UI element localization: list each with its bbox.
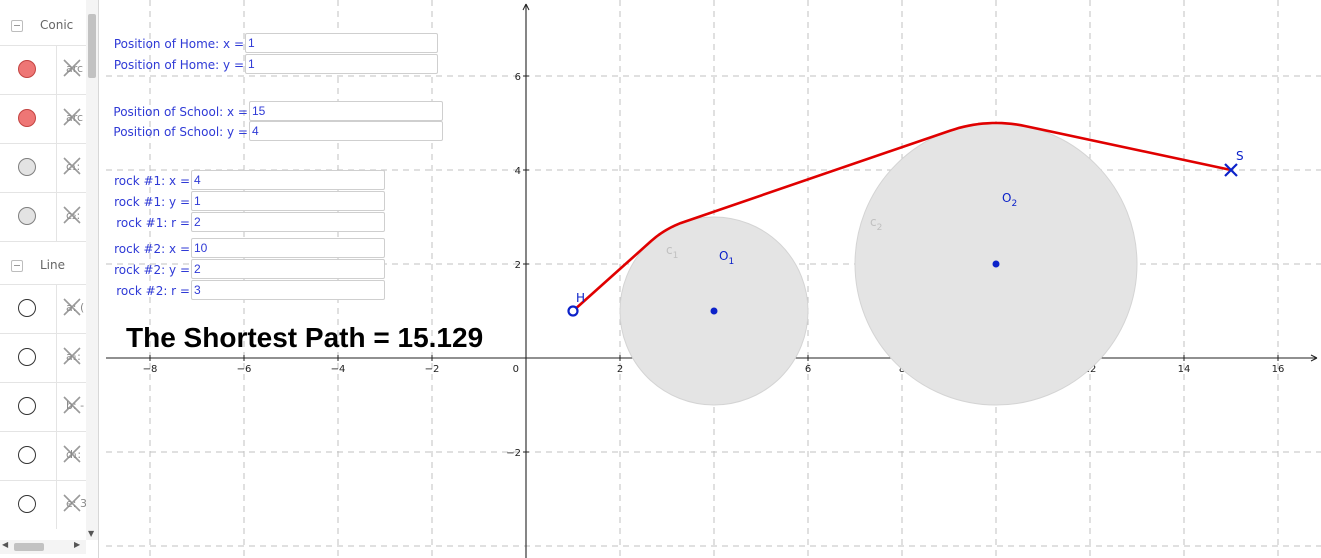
x-tick-label: 0 [513,364,519,375]
y-tick-label: 6 [515,72,521,83]
school-point-label: S [1236,149,1244,163]
y-tick-label: 2 [515,260,521,271]
object-row[interactable]: c₁: [0,143,86,192]
group-header-line[interactable]: Line [0,241,86,286]
object-row[interactable]: b: - [0,382,86,431]
rock2-x-input[interactable] [191,238,385,258]
home-y-label: Position of Home: y = [113,58,244,72]
x-tick-label: −2 [425,364,440,375]
visibility-toggle[interactable] [18,109,36,127]
object-definition[interactable]: c₂: [66,209,80,222]
rock1-r-label: rock #1: r = [116,216,190,230]
x-tick-label: 2 [617,364,623,375]
coordinate-plane[interactable]: −8−6−4−20246810121416642−2 c1 c2 O1 O2 H… [106,0,1321,558]
object-definition[interactable]: d₁: [66,448,81,461]
scroll-down-icon[interactable]: ▼ [88,529,94,538]
visibility-toggle[interactable] [18,446,36,464]
scroll-left-icon[interactable]: ◀ [2,540,8,549]
visibility-toggle[interactable] [18,348,36,366]
rock1-x-label: rock #1: x = [114,174,190,188]
rock1-x-input[interactable] [191,170,385,190]
rock2-r-input[interactable] [191,280,385,300]
object-definition[interactable]: a: ( [66,301,84,314]
object-row[interactable]: a₁: [0,333,86,382]
group-header-conic[interactable]: Conic [0,2,86,46]
home-x-input[interactable] [245,33,438,53]
visibility-toggle[interactable] [18,299,36,317]
rock2-y-label: rock #2: y = [114,263,190,277]
scrollbar-thumb[interactable] [88,14,96,78]
x-tick-label: 16 [1272,364,1285,375]
rock-2-center-point[interactable] [992,260,1000,268]
rock1-y-label: rock #1: y = [114,195,190,209]
rock2-x-label: rock #2: x = [114,242,190,256]
algebra-view: Conic arc arc c₁: c₂: Line a: ( a₁: b: -… [0,0,99,558]
home-x-label: Position of Home: x = [113,37,244,51]
object-definition[interactable]: arc [66,62,83,75]
rock-1-center-point[interactable] [710,307,718,315]
school-x-label: Position of School: x = [113,105,248,119]
object-row[interactable]: e: 3 [0,480,87,529]
x-tick-label: −8 [143,364,158,375]
object-row[interactable]: d₁: [0,431,86,480]
x-tick-label: 14 [1178,364,1191,375]
horizontal-scrollbar[interactable]: ◀ ▶ [0,540,86,554]
scroll-right-icon[interactable]: ▶ [74,540,80,549]
shortest-path-text: The Shortest Path = 15.129 [126,322,484,353]
rock2-r-label: rock #2: r = [116,284,190,298]
group-label: Conic [40,18,74,32]
rock1-y-input[interactable] [191,191,385,211]
visibility-toggle[interactable] [18,158,36,176]
group-label: Line [40,258,66,272]
home-y-input[interactable] [245,54,438,74]
school-x-input[interactable] [249,101,443,121]
x-tick-label: −6 [237,364,252,375]
collapse-icon[interactable] [11,260,23,272]
y-tick-label: −2 [506,448,521,459]
home-point-label: H [576,291,585,305]
object-row[interactable]: arc [0,94,86,143]
object-definition[interactable]: b: - [66,399,84,412]
object-definition[interactable]: c₁: [66,160,80,173]
x-tick-label: −4 [331,364,346,375]
y-tick-label: 4 [515,166,521,177]
object-definition[interactable]: arc [66,111,83,124]
school-y-label: Position of School: y = [113,125,248,139]
graphics-view[interactable]: −8−6−4−20246810121416642−2 c1 c2 O1 O2 H… [106,0,1321,558]
x-tick-label: 6 [805,364,811,375]
vertical-scrollbar[interactable]: ▼ [86,0,98,540]
collapse-icon[interactable] [11,20,23,32]
visibility-toggle[interactable] [18,207,36,225]
scrollbar-thumb[interactable] [14,543,44,551]
rock2-y-input[interactable] [191,259,385,279]
school-y-input[interactable] [249,121,443,141]
object-row[interactable]: arc [0,45,86,94]
home-point[interactable] [567,305,579,317]
visibility-toggle[interactable] [18,60,36,78]
rock1-r-input[interactable] [191,212,385,232]
object-row[interactable]: c₂: [0,192,86,241]
object-definition[interactable]: e: 3 [66,497,87,510]
visibility-toggle[interactable] [18,397,36,415]
visibility-toggle[interactable] [18,495,36,513]
object-definition[interactable]: a₁: [66,350,81,363]
object-row[interactable]: a: ( [0,284,86,333]
